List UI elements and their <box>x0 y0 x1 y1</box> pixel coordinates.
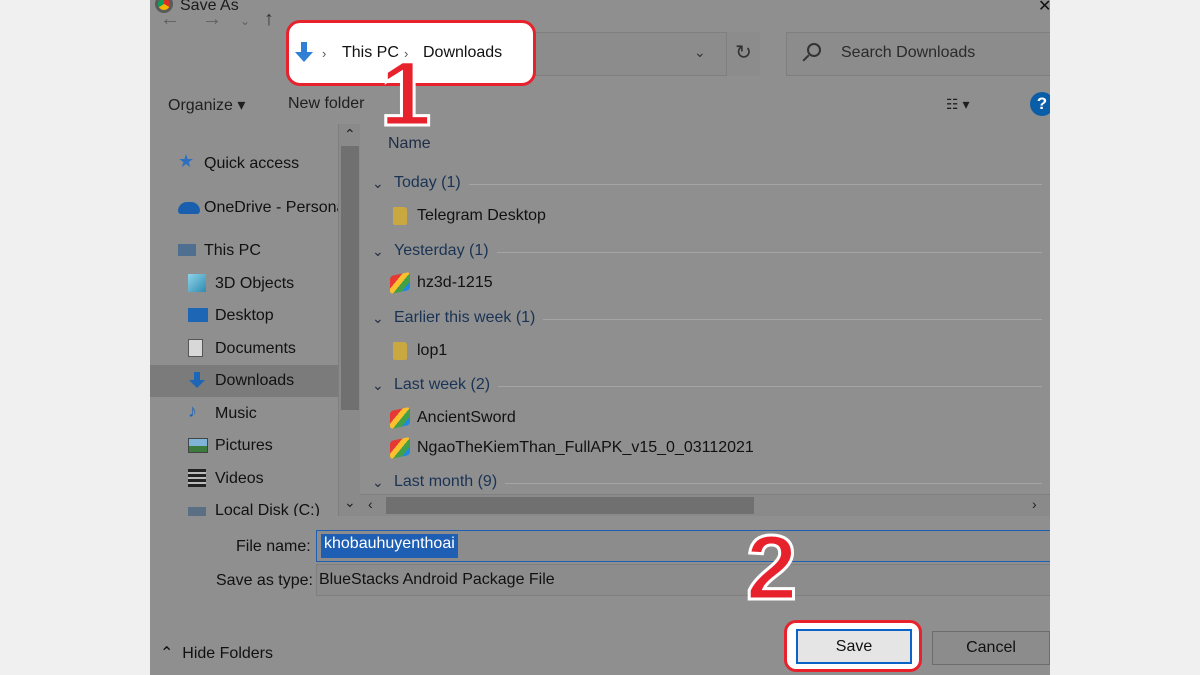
command-bar: Organize ▾ New folder ☷ ▾ <box>150 88 1050 124</box>
nav-item-desktop[interactable]: Desktop <box>150 300 338 332</box>
address-dropdown-chevron-icon[interactable]: ⌄ <box>694 44 706 61</box>
computer-icon <box>178 244 196 256</box>
nav-item-videos[interactable]: Videos <box>150 463 338 495</box>
list-item[interactable]: AncientSword <box>390 405 1030 433</box>
step-2-annotation: 2 <box>744 517 798 619</box>
cancel-button[interactable]: Cancel <box>932 631 1050 665</box>
chevron-up-icon: ⌃ <box>160 645 174 662</box>
nav-item-3d-objects[interactable]: 3D Objects <box>150 268 338 300</box>
video-icon <box>188 469 206 487</box>
breadcrumb-separator-icon: › <box>322 46 327 61</box>
download-icon <box>189 372 205 388</box>
chevron-down-icon: ⌄ <box>372 377 384 393</box>
hide-folders-button[interactable]: ⌃ Hide Folders <box>160 643 273 663</box>
save-as-dialog: Save As ✕ ← → ⌄ ↑ › This PC › Downloads … <box>150 0 1050 675</box>
back-arrow-icon[interactable]: ← <box>160 8 180 31</box>
file-name-selected-text: khobauhuyenthoai <box>321 534 458 558</box>
document-icon <box>188 339 203 357</box>
title-bar: Save As ✕ <box>150 0 1050 20</box>
list-item[interactable]: lop1 <box>390 338 1030 366</box>
downloads-arrow-icon <box>295 42 313 62</box>
bluestacks-icon <box>390 271 410 295</box>
folder-icon <box>393 342 407 360</box>
search-box[interactable]: Search Downloads <box>786 32 1050 76</box>
cube-icon <box>188 274 206 292</box>
recent-locations-chevron-icon[interactable]: ⌄ <box>240 14 250 28</box>
list-item[interactable]: NgaoTheKiemThan_FullAPK_v15_0_03112021 <box>390 435 1030 463</box>
star-icon: ★ <box>178 151 195 171</box>
breadcrumb-downloads[interactable]: Downloads <box>423 44 502 62</box>
view-options-icon[interactable]: ☷ ▾ <box>946 96 969 113</box>
scroll-up-icon[interactable]: ⌃ <box>344 126 356 143</box>
cloud-icon <box>178 202 200 214</box>
nav-item-music[interactable]: ♪ Music <box>150 398 338 430</box>
list-item[interactable]: Telegram Desktop <box>390 203 1030 231</box>
organize-button[interactable]: Organize ▾ <box>168 95 245 115</box>
nav-item-downloads[interactable]: Downloads <box>150 365 338 397</box>
folder-icon <box>393 207 407 225</box>
group-header[interactable]: ⌄ Today (1) <box>372 170 1042 200</box>
new-folder-button[interactable]: New folder <box>288 95 364 113</box>
nav-item-documents[interactable]: Documents <box>150 333 338 365</box>
help-icon[interactable]: ? <box>1030 92 1050 116</box>
save-as-type-value: BlueStacks Android Package File <box>319 571 555 588</box>
save-as-type-label: Save as type: <box>216 572 313 589</box>
scroll-down-icon[interactable]: ⌄ <box>344 494 356 511</box>
navigation-pane: ★ Quick access OneDrive - Persona This P… <box>150 124 360 519</box>
music-icon: ♪ <box>188 401 197 421</box>
group-header[interactable]: ⌄ Earlier this week (1) <box>372 305 1042 335</box>
file-name-input[interactable]: khobauhuyenthoai <box>316 530 1050 562</box>
bluestacks-icon <box>390 436 410 460</box>
search-icon <box>807 43 821 57</box>
save-as-type-select[interactable]: BlueStacks Android Package File <box>316 564 1050 596</box>
horizontal-scroll-thumb[interactable] <box>386 497 754 514</box>
scroll-left-icon[interactable]: ‹ <box>368 496 373 512</box>
picture-icon <box>188 438 208 453</box>
refresh-icon[interactable]: ↻ <box>726 32 760 76</box>
step-1-annotation: 1 <box>378 43 432 145</box>
navigation-scrollbar[interactable]: ⌃ ⌄ <box>338 124 360 516</box>
navigation-scroll-thumb[interactable] <box>341 146 359 410</box>
up-arrow-icon[interactable]: ↑ <box>264 8 274 31</box>
save-button[interactable]: Save <box>796 629 912 664</box>
nav-item-pictures[interactable]: Pictures <box>150 430 338 462</box>
list-item[interactable]: hz3d-1215 <box>390 270 1030 298</box>
group-header[interactable]: ⌄ Last week (2) <box>372 372 1042 402</box>
chevron-down-icon: ⌄ <box>372 243 384 259</box>
file-list-horizontal-scrollbar[interactable]: ‹ › <box>360 494 1050 516</box>
group-header[interactable]: ⌄ Yesterday (1) <box>372 238 1042 268</box>
chevron-down-icon: ⌄ <box>372 474 384 490</box>
chevron-down-icon: ⌄ <box>372 310 384 326</box>
nav-item-quick-access[interactable]: ★ Quick access <box>150 148 338 180</box>
forward-arrow-icon[interactable]: → <box>202 8 222 31</box>
scroll-right-icon[interactable]: › <box>1032 496 1037 512</box>
file-list: Name ⌄ Today (1) Telegram Desktop ⌄ Yest… <box>360 124 1050 516</box>
desktop-icon <box>188 308 208 322</box>
file-name-label: File name: <box>236 538 311 555</box>
close-icon[interactable]: ✕ <box>1038 0 1050 16</box>
search-placeholder: Search Downloads <box>841 44 976 61</box>
chevron-down-icon: ⌄ <box>372 175 384 191</box>
bluestacks-icon <box>390 406 410 430</box>
nav-item-this-pc[interactable]: This PC <box>150 235 338 267</box>
nav-item-onedrive[interactable]: OneDrive - Persona <box>150 192 345 224</box>
